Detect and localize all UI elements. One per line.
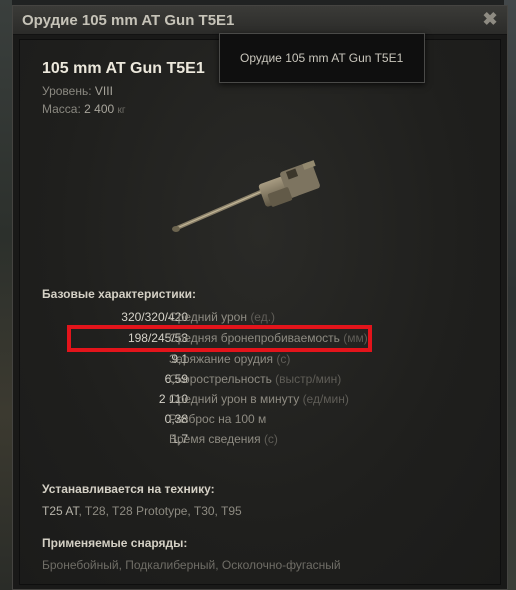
stat-label: Скорострельность (выстр/мин) [169,372,342,386]
base-stats-title: Базовые характеристики: [42,287,196,301]
gun-mass: Масса: 2 400 кг [42,102,126,116]
mass-unit: кг [117,105,126,116]
close-icon[interactable]: ✖ [481,10,499,28]
tooltip: Орудие 105 mm AT Gun T5E1 [219,33,425,83]
mass-label: Масса: [42,102,81,116]
gun-icon [172,160,320,232]
stat-label: Средний урон в минуту (ед/мин) [169,392,349,406]
window-title: Орудие 105 mm AT Gun T5E1 [22,12,235,29]
stat-label: Заряжание орудия (с) [169,352,291,366]
tooltip-text: Орудие 105 mm AT Gun T5E1 [240,51,404,65]
stat-label: Средний урон (ед.) [169,310,276,324]
stat-row-reload: 9,1 Заряжание орудия (с) [42,350,462,370]
gun-name: 105 mm AT Gun T5E1 [42,60,205,77]
current-vehicle: T25 AT [42,504,79,518]
stat-label: Время сведения (с) [169,432,278,446]
penetration-highlight-box [67,325,372,352]
mass-value: 2 400 [84,102,115,116]
stat-label: Разброс на 100 м [169,412,267,426]
shells-title: Применяемые снаряды: [42,536,188,550]
stat-row-rate-of-fire: 6,59 Скорострельность (выстр/мин) [42,370,462,390]
shells-list: Бронебойный, Подкалиберный, Осколочно-фу… [42,558,341,572]
title-bar[interactable]: Орудие 105 mm AT Gun T5E1 ✖ [13,6,507,35]
vehicles-list: T25 AT, T28, T28 Prototype, T30, T95 [42,504,242,518]
tier-value: VIII [94,84,113,98]
tier-label: Уровень: [42,84,92,98]
background-left [0,0,12,590]
other-vehicles: , T28, T28 Prototype, T30, T95 [78,504,242,518]
stat-row-aim-time: 1,7 Время сведения (с) [42,430,462,450]
stat-row-dpm: 2 110 Средний урон в минуту (ед/мин) [42,390,462,410]
gun-tier: Уровень: VIII [42,84,113,98]
vehicles-title: Устанавливается на технику: [42,482,215,496]
stat-row-dispersion: 0,38 Разброс на 100 м [42,410,462,430]
